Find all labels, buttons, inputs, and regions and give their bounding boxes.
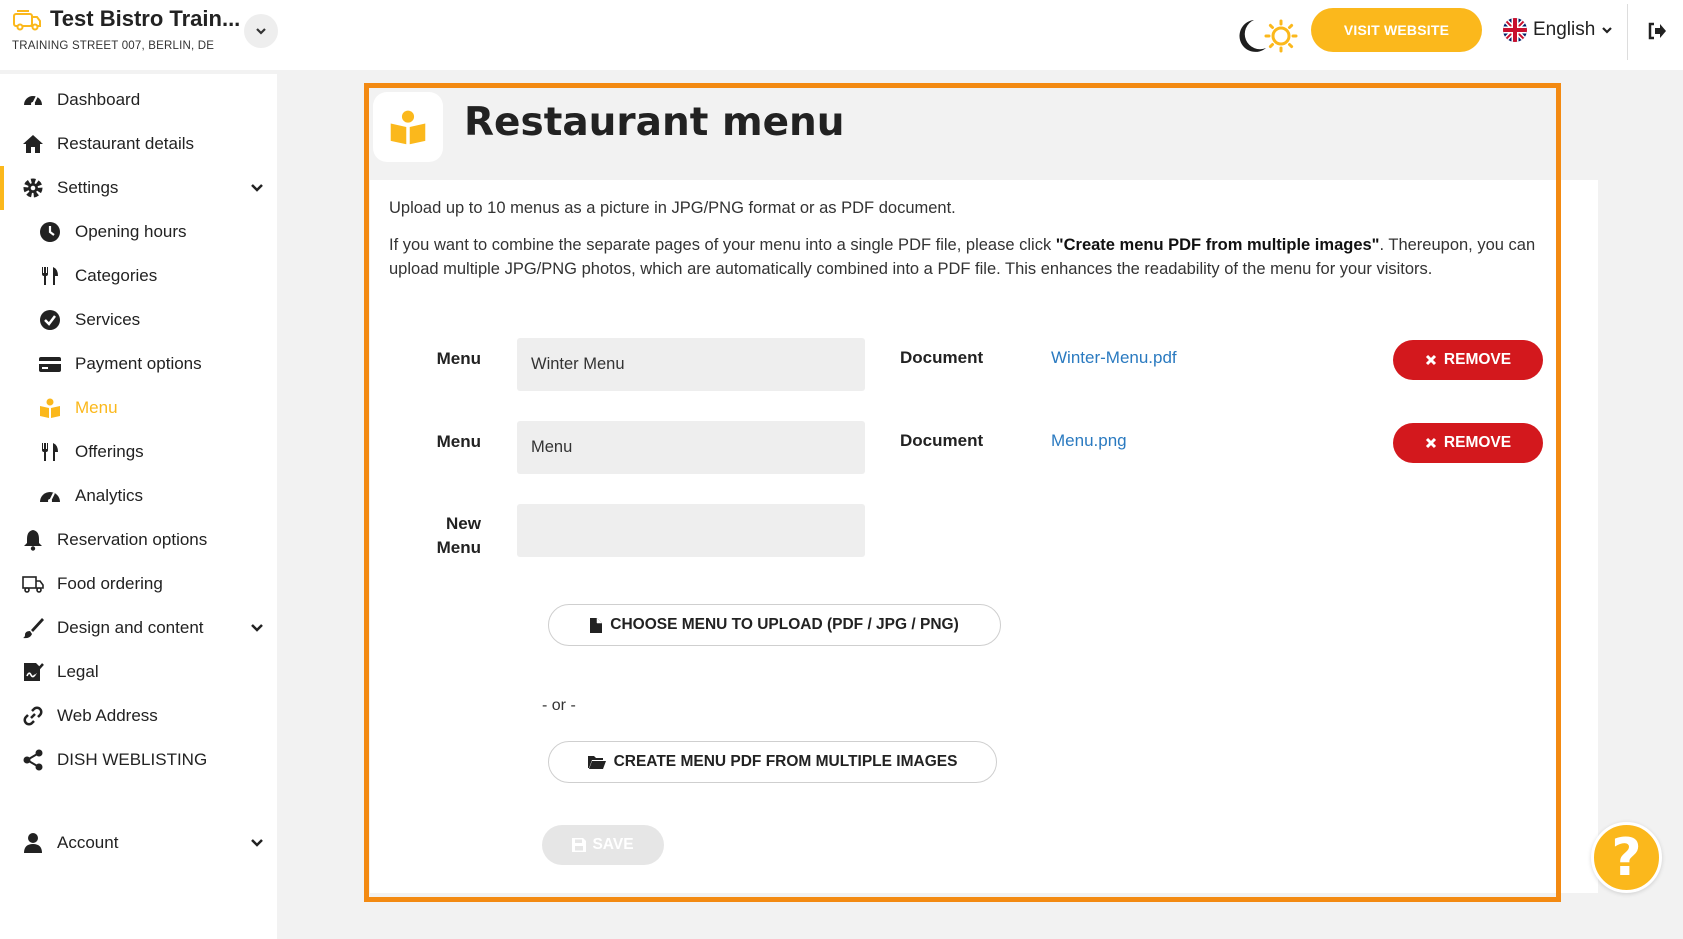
sidebar-item-label: Food ordering: [57, 574, 163, 593]
sidebar-item-label: Categories: [75, 266, 158, 285]
sidebar-item-food-ordering[interactable]: Food ordering: [0, 562, 277, 606]
food-truck-icon: [13, 10, 41, 31]
bell-icon: [24, 530, 42, 551]
sidebar-item-label: Web Address: [57, 706, 158, 725]
home-icon: [23, 135, 43, 153]
sidebar-item-label: Account: [57, 833, 119, 852]
restaurant-switcher-button[interactable]: [244, 14, 278, 48]
sidebar-item-label: Menu: [75, 398, 118, 417]
user-icon: [24, 833, 42, 853]
sidebar-item-label: Design and content: [57, 618, 204, 637]
logout-icon[interactable]: [1646, 20, 1668, 42]
focus-highlight-frame: [364, 83, 1561, 902]
sidebar-item-account[interactable]: Account: [0, 821, 277, 865]
sidebar-item-payment-options[interactable]: Payment options: [0, 342, 277, 386]
sidebar-item-label: Restaurant details: [57, 134, 195, 153]
shipping-icon: [22, 576, 44, 593]
sidebar-item-label: Settings: [57, 178, 119, 197]
menu-book-icon: [40, 398, 60, 418]
sidebar-item-offerings[interactable]: Offerings: [0, 430, 277, 474]
sidebar-item-legal[interactable]: Legal: [0, 650, 277, 694]
language-label: English: [1533, 19, 1596, 40]
sidebar-item-label: Payment options: [75, 354, 202, 373]
chevron-down-icon: [251, 624, 263, 632]
sidebar-item-label: Opening hours: [75, 222, 187, 241]
link-icon: [23, 706, 43, 726]
sidebar-item-design-and-content[interactable]: Design and content: [0, 606, 277, 650]
sidebar-item-services[interactable]: Services: [0, 298, 277, 342]
gear-icon: [23, 178, 43, 198]
visit-website-button[interactable]: VISIT WEBSITE: [1311, 8, 1482, 52]
share-icon: [23, 749, 43, 771]
sidebar-item-label: Reservation options: [57, 530, 208, 549]
brush-icon: [23, 618, 44, 639]
help-button[interactable]: ?: [1591, 822, 1662, 893]
chevron-down-icon: [256, 28, 266, 35]
credit-card-icon: [39, 357, 61, 372]
utensils-icon: [42, 443, 58, 461]
sidebar-item-analytics[interactable]: Analytics: [0, 474, 277, 518]
question-icon: ?: [1611, 827, 1642, 888]
sidebar-item-opening-hours[interactable]: Opening hours: [0, 210, 277, 254]
sidebar-item-settings[interactable]: Settings: [0, 166, 277, 210]
chevron-down-icon: [251, 184, 263, 192]
clock-icon: [40, 222, 60, 242]
sidebar-item-label: Dashboard: [57, 90, 141, 109]
check-circle-icon: [40, 310, 60, 330]
sidebar-item-menu[interactable]: Menu: [0, 386, 277, 430]
sidebar-item-categories[interactable]: Categories: [0, 254, 277, 298]
sun-icon: [1264, 19, 1298, 53]
sidebar-item-label: Legal: [57, 662, 99, 681]
chevron-down-icon: [251, 839, 263, 847]
sidebar-item-label: Services: [75, 310, 141, 329]
top-header: Test Bistro Train... TRAINING STREET 007…: [0, 0, 1683, 70]
sidebar-item-web-address[interactable]: Web Address: [0, 694, 277, 738]
sidebar-item-dish-weblisting[interactable]: DISH WEBLISTING: [0, 738, 277, 782]
sidebar-item-dashboard[interactable]: Dashboard: [0, 78, 277, 122]
restaurant-name: Test Bistro Train...: [50, 6, 241, 31]
chevron-down-icon: [1602, 27, 1613, 34]
theme-toggle[interactable]: [1232, 16, 1300, 56]
uk-flag-icon: [1503, 18, 1527, 42]
sidebar-item-restaurant-details[interactable]: Restaurant details: [0, 122, 277, 166]
sidebar: Dashboard Restaurant details Settings Op…: [0, 74, 277, 939]
utensils-icon: [42, 267, 58, 285]
moon-icon: [1239, 20, 1266, 52]
sidebar-item-label: Analytics: [75, 486, 144, 505]
header-divider: [1627, 4, 1628, 60]
gauge-icon: [40, 492, 60, 503]
sidebar-item-reservation-options[interactable]: Reservation options: [0, 518, 277, 562]
signature-icon: [24, 663, 44, 681]
language-selector[interactable]: English: [1503, 17, 1613, 43]
dashboard-icon: [24, 95, 42, 106]
sidebar-item-label: Offerings: [75, 442, 144, 461]
restaurant-address: TRAINING STREET 007, BERLIN, DE: [12, 40, 215, 52]
sidebar-item-label: DISH WEBLISTING: [57, 750, 208, 769]
